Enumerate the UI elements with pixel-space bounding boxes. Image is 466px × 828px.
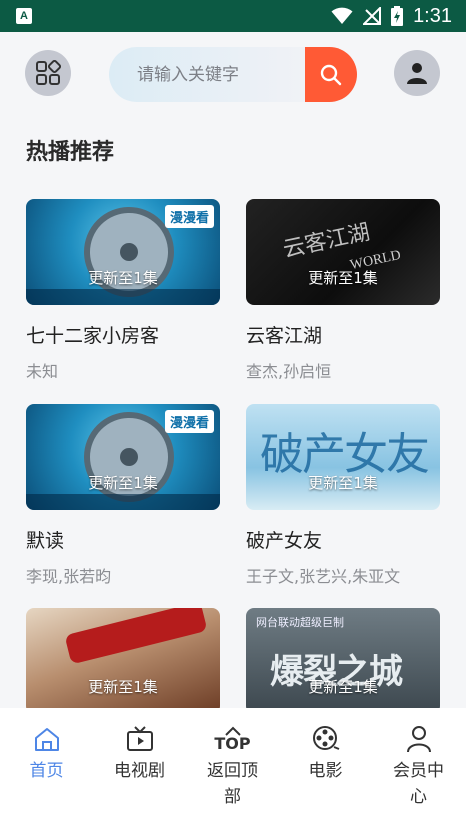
poster-logo: 漫漫看 <box>164 205 214 228</box>
poster-image: 破产女友 <box>246 404 440 510</box>
video-thumbnail[interactable]: 漫漫看 更新至1集 <box>26 404 220 510</box>
no-signal-icon <box>363 7 382 25</box>
poster-image <box>26 608 220 714</box>
poster-logo: 漫漫看 <box>164 410 214 433</box>
section-title: 热播推荐 <box>26 140 115 165</box>
bottom-tab-bar: 首页 电视剧 TOP 返回顶部 电影 会员中心 <box>0 708 466 828</box>
poster-tagline: 网台联动超级巨制 <box>256 616 344 629</box>
update-badge: 更新至1集 <box>88 269 158 287</box>
video-title: 默读 <box>26 530 65 552</box>
update-badge: 更新至1集 <box>88 474 158 492</box>
video-cast: 王子文,张艺兴,朱亚文 <box>246 567 401 586</box>
tab-back-to-top-label: 返回顶部 <box>207 761 258 807</box>
tab-tv-series-label: 电视剧 <box>114 761 165 781</box>
search-bar <box>109 47 357 102</box>
video-card[interactable]: 破产女友 更新至1集 破产女友 王子文,张艺兴,朱亚文 <box>246 404 440 587</box>
video-title: 云客江湖 <box>246 325 323 347</box>
search-input[interactable] <box>109 47 305 102</box>
wifi-icon <box>331 7 353 24</box>
video-cast: 查杰,孙启恒 <box>246 362 332 381</box>
profile-button[interactable] <box>394 50 440 96</box>
poster-image: 网台联动超级巨制 爆裂之城 <box>246 608 440 714</box>
update-badge: 更新至1集 <box>308 269 378 287</box>
tv-icon <box>126 726 153 751</box>
tab-tv-series[interactable]: 电视剧 <box>93 724 186 784</box>
tab-home[interactable]: 首页 <box>0 724 93 784</box>
video-card[interactable]: 漫漫看 更新至1集 默读 李现,张若昀 <box>26 404 220 587</box>
video-cast: 未知 <box>26 362 59 381</box>
poster-image: 漫漫看 <box>26 404 220 510</box>
status-bar: A 1:31 <box>0 0 466 32</box>
video-title: 七十二家小房客 <box>26 325 160 347</box>
video-thumbnail[interactable]: 漫漫看 更新至1集 <box>26 199 220 305</box>
video-thumbnail[interactable]: 破产女友 更新至1集 <box>246 404 440 510</box>
user-icon <box>406 726 431 753</box>
update-badge: 更新至1集 <box>308 678 378 696</box>
header <box>0 32 466 116</box>
video-card[interactable]: 云客江湖 WORLD 更新至1集 云客江湖 查杰,孙启恒 <box>246 199 440 382</box>
tab-movies[interactable]: 电影 <box>279 724 372 784</box>
video-thumbnail[interactable]: 网台联动超级巨制 爆裂之城 更新至1集 <box>246 608 440 714</box>
clock: 1:31 <box>413 4 452 27</box>
tab-home-label: 首页 <box>29 761 64 781</box>
tab-back-to-top[interactable]: TOP 返回顶部 <box>186 724 279 810</box>
tab-movies-label: 电影 <box>308 761 343 781</box>
search-icon <box>320 64 342 85</box>
video-cast: 李现,张若昀 <box>26 567 112 586</box>
home-icon <box>34 728 59 751</box>
back-to-top-icon: TOP <box>214 724 251 754</box>
poster-image: 漫漫看 <box>26 199 220 305</box>
search-button[interactable] <box>305 47 357 102</box>
tab-member-center[interactable]: 会员中心 <box>372 724 465 810</box>
app-notification-icon: A <box>16 8 32 24</box>
video-title: 破产女友 <box>246 530 323 552</box>
category-menu-button[interactable] <box>25 50 71 96</box>
film-reel-icon <box>312 726 339 750</box>
poster-image: 云客江湖 WORLD <box>246 199 440 305</box>
tab-member-center-label: 会员中心 <box>393 761 444 807</box>
update-badge: 更新至1集 <box>308 474 378 492</box>
video-thumbnail[interactable]: 更新至1集 <box>26 608 220 714</box>
user-avatar-icon <box>407 63 427 84</box>
battery-charging-icon <box>391 6 404 26</box>
update-badge: 更新至1集 <box>88 678 158 696</box>
grid-menu-icon <box>36 60 61 85</box>
video-thumbnail[interactable]: 云客江湖 WORLD 更新至1集 <box>246 199 440 305</box>
video-card[interactable]: 漫漫看 更新至1集 七十二家小房客 未知 <box>26 199 220 382</box>
